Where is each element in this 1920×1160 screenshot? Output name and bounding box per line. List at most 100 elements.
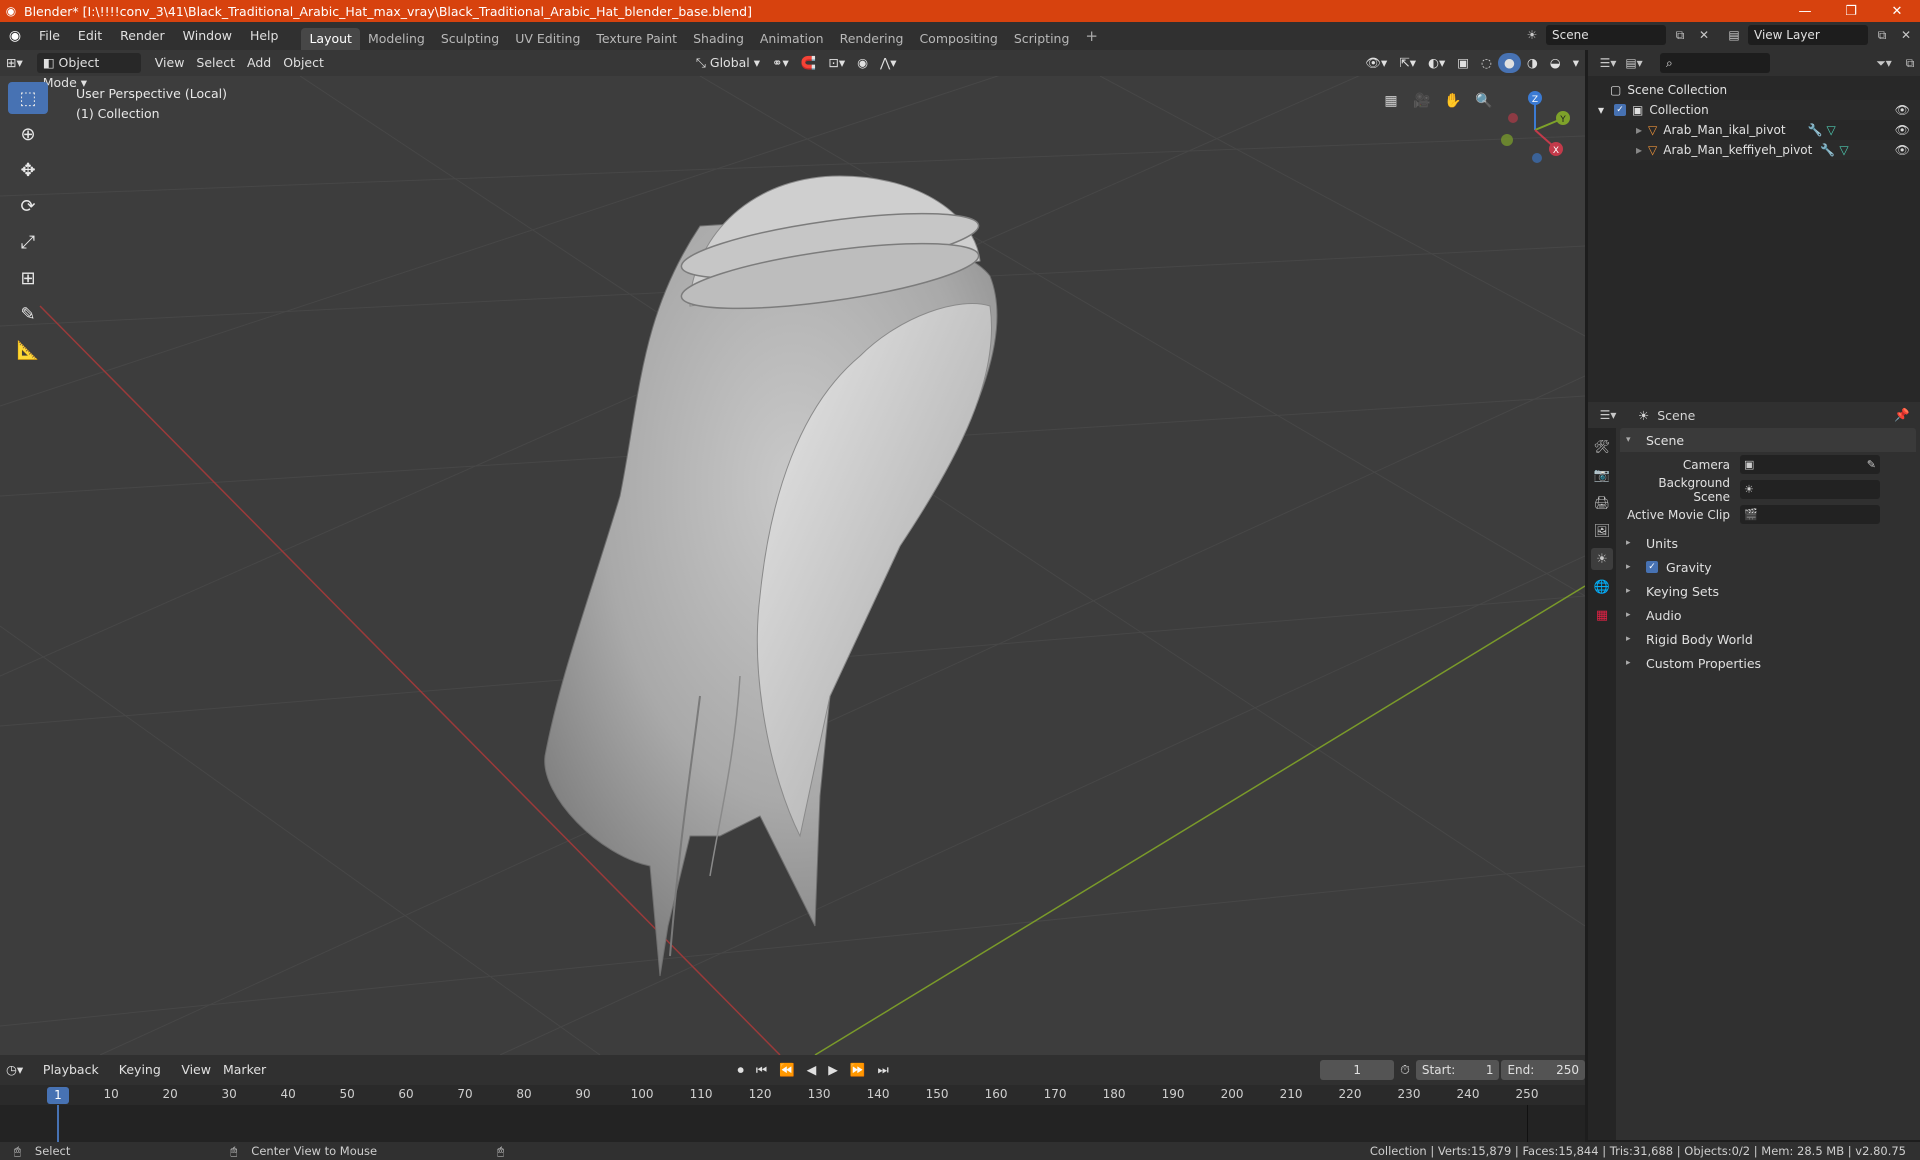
tab-layout[interactable]: Layout [301,28,360,50]
timeline-menu-marker[interactable]: Marker [217,1060,272,1080]
new-scene-icon[interactable]: ⧉ [1670,25,1690,45]
transform-tool-icon[interactable]: ⊞ [8,262,48,294]
proportional-edit-toggle[interactable]: ◉ [851,53,874,73]
editor-type-button[interactable]: ⊞▾ [0,53,29,73]
viewport-menu-object[interactable]: Object [277,53,330,73]
scale-tool-icon[interactable]: ⤢ [8,226,48,258]
keffiyeh-model[interactable] [544,175,998,977]
rotate-tool-icon[interactable]: ⟳ [8,190,48,222]
audio-panel-header[interactable]: ▸ Audio [1620,603,1916,627]
tab-scripting[interactable]: Scripting [1006,28,1078,50]
viewport-menu-add[interactable]: Add [241,53,277,73]
timeline-menu-view[interactable]: View [175,1060,217,1080]
output-tab-icon[interactable]: 🖨 [1591,492,1613,514]
tab-texture-paint[interactable]: Texture Paint [588,28,685,50]
play-button[interactable]: ▶ [822,1060,844,1080]
preview-range-icon[interactable]: ⏱ [1394,1060,1416,1080]
menu-render[interactable]: Render [111,22,174,50]
snap-toggle[interactable]: 🧲 [795,53,823,73]
rigid-body-world-panel-header[interactable]: ▸ Rigid Body World [1620,627,1916,651]
tab-uv-editing[interactable]: UV Editing [507,28,588,50]
menu-file[interactable]: File [30,22,69,50]
cursor-tool-icon[interactable]: ⊕ [8,118,48,150]
outliner-search-input[interactable]: ⌕ [1660,53,1770,73]
delete-view-layer-icon[interactable]: ✕ [1896,25,1916,45]
rendered-shading-icon[interactable]: ◒ [1544,53,1567,73]
timeline-editor-type-icon[interactable]: ◷▾ [0,1060,29,1080]
move-tool-icon[interactable]: ✥ [8,154,48,186]
new-view-layer-icon[interactable]: ⧉ [1872,25,1892,45]
play-reverse-button[interactable]: ◀ [801,1060,823,1080]
minimize-button[interactable]: — [1782,0,1828,22]
delete-scene-icon[interactable]: ✕ [1694,25,1714,45]
prev-keyframe-button[interactable]: ⏪ [773,1060,801,1080]
pin-icon[interactable]: 📌 [1894,407,1910,423]
viewport-canvas[interactable] [0,76,1585,1055]
scene-tab-icon[interactable]: ☀ [1591,548,1613,570]
eye-icon[interactable]: 👁 [1895,103,1910,117]
camera-view-icon[interactable]: 🎥 [1409,88,1435,114]
playhead-frame-label[interactable]: 1 [47,1087,69,1104]
shading-options-dropdown[interactable]: ▾ [1567,53,1585,73]
timeline-track[interactable] [0,1105,1585,1145]
zoom-view-icon[interactable]: 🔍 [1471,88,1497,114]
add-workspace-button[interactable]: + [1077,27,1106,45]
wireframe-shading-icon[interactable]: ◌ [1475,53,1498,73]
view-layer-tab-icon[interactable]: 🖼 [1591,520,1613,542]
next-keyframe-button[interactable]: ⏩ [844,1060,872,1080]
collection-checkbox[interactable]: ✓ [1614,104,1626,116]
properties-editor-type-icon[interactable]: ☰▾ [1598,405,1618,425]
mode-dropdown[interactable]: ◧ Object Mode ▾ [36,53,141,90]
filter-icon[interactable]: ⏷▾ [1874,53,1894,73]
expand-collection-icon[interactable]: ▾ [1588,103,1614,117]
close-button[interactable]: ✕ [1874,0,1920,22]
view-layer-icon[interactable]: ▤ [1724,25,1744,45]
solid-shading-icon[interactable]: ● [1497,53,1521,73]
visibility-icon[interactable]: 👁▾ [1359,53,1393,73]
timeline-ruler[interactable]: 1 10 20 30 40 50 60 70 80 90 100 110 120 130 140 150 16… [0,1085,1585,1105]
tab-shading[interactable]: Shading [685,28,752,50]
playhead-line[interactable] [57,1105,59,1145]
tool-tab-icon[interactable]: 🛠 [1591,436,1613,458]
tab-compositing[interactable]: Compositing [911,28,1005,50]
render-tab-icon[interactable]: 📷 [1591,464,1613,486]
tab-rendering[interactable]: Rendering [832,28,912,50]
movie-clip-field[interactable]: 🎬 [1740,505,1880,524]
viewport-menu-view[interactable]: View [149,53,191,73]
timeline-menu-keying[interactable]: Keying ▾ [113,1060,176,1097]
custom-properties-panel-header[interactable]: ▸ Custom Properties [1620,651,1916,675]
measure-tool-icon[interactable]: 📐 [8,334,48,366]
eye-icon[interactable]: 👁 [1895,123,1910,137]
tab-animation[interactable]: Animation [752,28,832,50]
camera-field[interactable]: ▣ ✎ [1740,455,1880,474]
current-frame-field[interactable]: 1 [1320,1060,1395,1080]
pan-view-icon[interactable]: ✋ [1440,88,1466,114]
material-shading-icon[interactable]: ◑ [1521,53,1544,73]
jump-end-button[interactable]: ⏭ [871,1060,894,1080]
units-panel-header[interactable]: ▸ Units [1620,531,1916,555]
outliner-row-object[interactable]: ▸ ▽ Arab_Man_ikal_pivot 🔧 ▽ 👁 [1588,120,1920,140]
end-frame-field[interactable]: End: 250 [1501,1060,1586,1080]
proportional-falloff-dropdown[interactable]: ⋀▾ [874,53,903,73]
outliner-row-collection[interactable]: ▾ ✓ ▣ Collection 👁 [1588,100,1920,120]
annotate-tool-icon[interactable]: ✎ [8,298,48,330]
maximize-button[interactable]: ❐ [1828,0,1874,22]
eye-icon[interactable]: 👁 [1895,143,1910,157]
gravity-panel-header[interactable]: ▸ ✓ Gravity [1620,555,1916,579]
scene-icon[interactable]: ☀ [1522,25,1542,45]
outliner-row-object[interactable]: ▸ ▽ Arab_Man_keffiyeh_pivot 🔧 ▽ 👁 [1588,140,1920,160]
pivot-point-button[interactable]: ⚭▾ [766,53,795,73]
texture-tab-icon[interactable]: ▦ [1591,604,1613,626]
outliner-row-scene-collection[interactable]: ▢ Scene Collection [1588,80,1920,100]
menu-window[interactable]: Window [174,22,241,50]
toggle-perspective-icon[interactable]: ▦ [1378,88,1404,114]
blender-menu-icon[interactable]: ◉ [0,28,30,44]
record-button[interactable]: ⏺ [732,1060,750,1080]
menu-edit[interactable]: Edit [69,22,111,50]
new-collection-icon[interactable]: ⧉ [1900,53,1920,73]
navigation-gizmo[interactable]: Z Y X [1495,88,1575,168]
transform-orientation-dropdown[interactable]: ⤡ Global ▾ [690,53,766,73]
tab-modeling[interactable]: Modeling [360,28,433,50]
timeline-menu-playback[interactable]: Playback ▾ [37,1060,113,1097]
outliner-editor-type-icon[interactable]: ☰▾ [1598,53,1618,73]
